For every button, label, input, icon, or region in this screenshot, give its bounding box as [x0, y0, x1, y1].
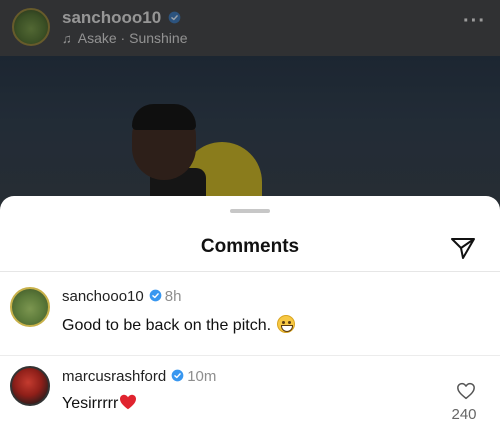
- comment-text: Yesirrrrr: [62, 394, 137, 413]
- music-note-icon: ♫: [62, 31, 72, 46]
- commenter-username[interactable]: sanchooo10: [62, 288, 144, 305]
- post-header: sanchooo10 ♫ Asake · Sunshine ···: [0, 0, 500, 56]
- photo-hair-shape: [132, 104, 196, 130]
- verified-badge-icon: [149, 289, 162, 302]
- verified-badge-icon: [168, 11, 181, 24]
- post-author-username[interactable]: sanchooo10: [62, 8, 161, 28]
- comment-item: marcusrashford 10m Yesirrrrr 240: [0, 362, 500, 440]
- verified-badge-icon: [171, 369, 184, 382]
- share-icon[interactable]: [450, 236, 476, 260]
- comment-header: marcusrashford 10m: [62, 368, 216, 385]
- comments-title: Comments: [200, 236, 300, 257]
- comments-sheet: Comments sanchooo10 8h Good to be back on…: [0, 196, 500, 440]
- post-music-label[interactable]: ♫ Asake · Sunshine: [62, 30, 187, 46]
- post-photo: [0, 56, 500, 206]
- more-options-icon[interactable]: ···: [463, 10, 486, 33]
- comment-timestamp: 10m: [187, 368, 217, 385]
- red-heart-emoji-icon: [120, 394, 137, 410]
- sheet-drag-handle[interactable]: [230, 209, 270, 213]
- commenter-username[interactable]: marcusrashford: [62, 368, 166, 385]
- grinning-face-emoji-icon: [277, 315, 296, 333]
- like-count: 240: [451, 406, 477, 423]
- post-author-avatar[interactable]: [12, 8, 50, 46]
- comment-divider: [0, 355, 500, 356]
- comment-timestamp: 8h: [164, 288, 182, 305]
- commenter-avatar[interactable]: [10, 287, 50, 327]
- comment-header: sanchooo10 8h: [62, 288, 181, 305]
- like-heart-icon[interactable]: [456, 382, 476, 400]
- comment-text: Good to be back on the pitch.: [62, 315, 296, 335]
- sheet-divider: [0, 271, 500, 272]
- commenter-avatar[interactable]: [10, 366, 50, 406]
- comment-item: sanchooo10 8h Good to be back on the pitc…: [0, 279, 500, 349]
